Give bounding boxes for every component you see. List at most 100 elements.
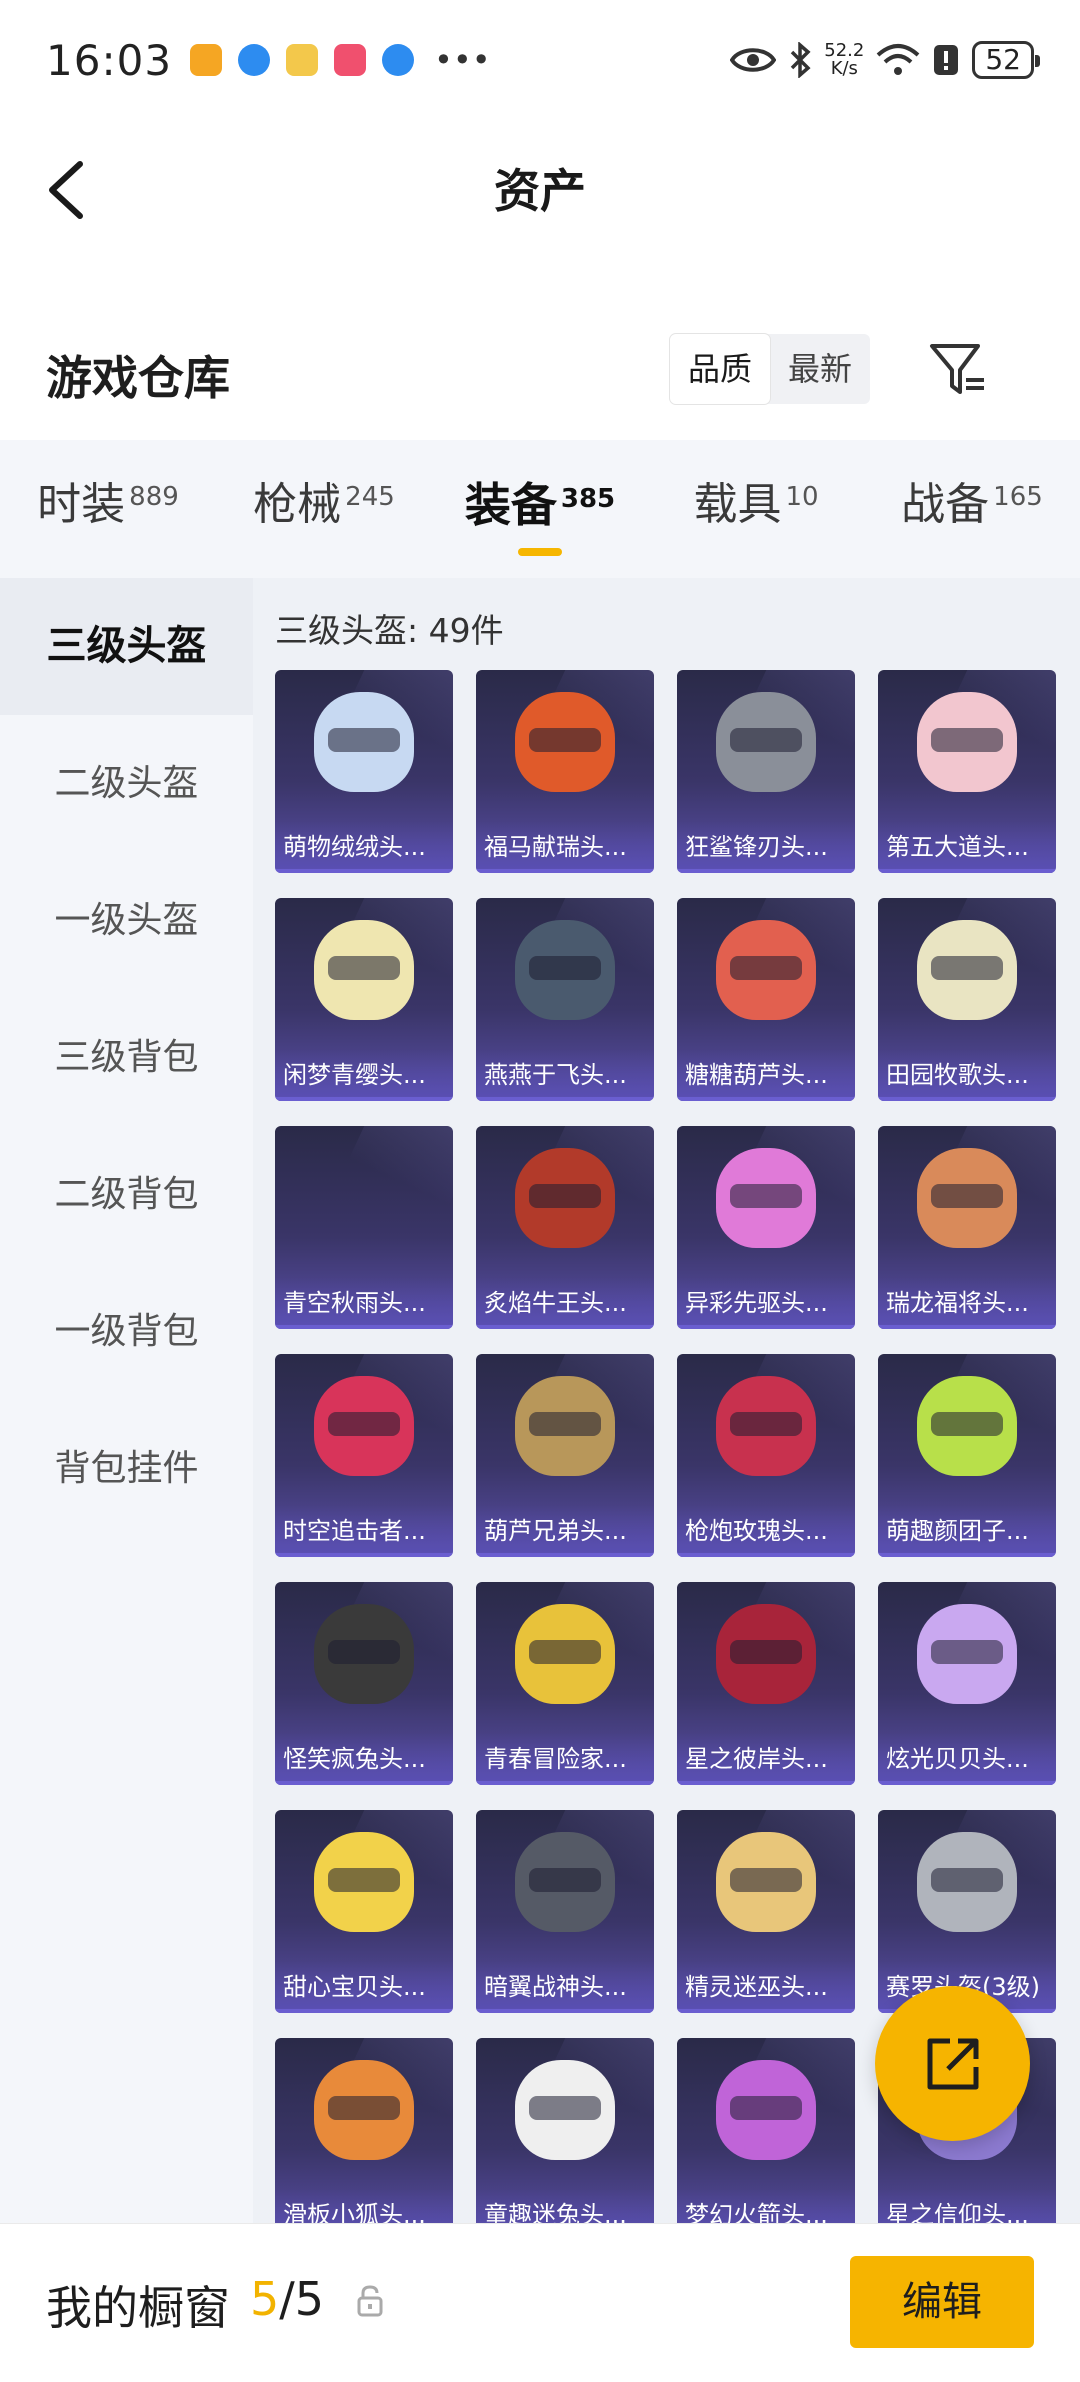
item-name: 炫光贝贝头...: [878, 1733, 1056, 1785]
lock-icon: [357, 2285, 383, 2317]
item-card[interactable]: 童趣迷兔头...: [476, 2038, 654, 2223]
item-card[interactable]: 炫光贝贝头...: [878, 1582, 1056, 1785]
item-card[interactable]: 赛罗头盔(3级): [878, 1810, 1056, 2013]
item-name: 精灵迷巫头...: [677, 1961, 855, 2013]
item-card[interactable]: 时空追击者...: [275, 1354, 453, 1557]
item-card[interactable]: 第五大道头...: [878, 670, 1056, 873]
tab-equipment[interactable]: 装备 385: [432, 440, 648, 578]
helmet-image: [515, 1148, 615, 1248]
item-card[interactable]: 狂鲨锋刃头...: [677, 670, 855, 873]
item-card[interactable]: 甜心宝贝头...: [275, 1810, 453, 2013]
item-list-panel: 三级头盔: 49件 萌物绒绒头... 福马献瑞头... 狂鲨锋刃头... 第五大道头.…: [253, 578, 1080, 2223]
warehouse-title: 游戏仓库: [46, 351, 230, 405]
item-card[interactable]: 梦幻火箭头...: [677, 2038, 855, 2223]
app-notification-icon: [286, 44, 319, 76]
item-card[interactable]: 萌趣颜团子...: [878, 1354, 1056, 1557]
quality-bar: [275, 2009, 453, 2013]
item-name: 燕燕于飞头...: [476, 1049, 654, 1101]
item-card[interactable]: 青空秋雨头...: [275, 1126, 453, 1329]
tab-firearms[interactable]: 枪械 245: [216, 440, 432, 578]
item-name: 滑板小狐头...: [275, 2189, 453, 2223]
subcategory-sidebar: 三级头盔 二级头盔 一级头盔 三级背包 二级背包 一级背包 背包挂件: [0, 578, 253, 2223]
item-name: 甜心宝贝头...: [275, 1961, 453, 2013]
item-card[interactable]: 怪笑疯兔头...: [275, 1582, 453, 1785]
category-tabs: 时装 889 枪械 245 装备 385 载具 10 战备 165: [0, 440, 1080, 578]
item-name: 梦幻火箭头...: [677, 2189, 855, 2223]
status-bar: 16:03 ••• 52.2 K/s 52: [0, 0, 1080, 120]
quality-bar: [878, 1325, 1056, 1329]
helmet-image: [314, 920, 414, 1020]
item-card[interactable]: 萌物绒绒头...: [275, 670, 453, 873]
item-card[interactable]: 燕燕于飞头...: [476, 898, 654, 1101]
helmet-image: [515, 920, 615, 1020]
item-name: 萌趣颜团子...: [878, 1505, 1056, 1557]
helmet-image: [917, 692, 1017, 792]
item-name: 田园牧歌头...: [878, 1049, 1056, 1101]
item-name: 第五大道头...: [878, 821, 1056, 873]
item-name: 青春冒险家...: [476, 1733, 654, 1785]
tab-vehicles[interactable]: 载具 10: [648, 440, 864, 578]
sidebar-item-level1-backpack[interactable]: 一级背包: [0, 1263, 253, 1400]
quality-bar: [677, 2009, 855, 2013]
sidebar-item-level3-backpack[interactable]: 三级背包: [0, 989, 253, 1126]
status-time: 16:03: [46, 35, 173, 85]
tab-supplies[interactable]: 战备 165: [864, 440, 1080, 578]
item-card[interactable]: 瑞龙福将头...: [878, 1126, 1056, 1329]
item-name: 萌物绒绒头...: [275, 821, 453, 873]
item-card[interactable]: 星之彼岸头...: [677, 1582, 855, 1785]
filter-icon[interactable]: [928, 340, 988, 400]
item-card[interactable]: 炙焰牛王头...: [476, 1126, 654, 1329]
item-card[interactable]: 暗翼战神头...: [476, 1810, 654, 2013]
back-arrow-icon[interactable]: [44, 160, 94, 220]
sort-toggle: 品质 最新: [670, 334, 871, 404]
item-card[interactable]: 精灵迷巫头...: [677, 1810, 855, 2013]
showcase-label: 我的橱窗: [46, 2281, 230, 2335]
item-card[interactable]: 福马献瑞头...: [476, 670, 654, 873]
item-name: 瑞龙福将头...: [878, 1277, 1056, 1329]
helmet-image: [716, 692, 816, 792]
alert-icon: [934, 45, 959, 75]
sort-option-quality[interactable]: 品质: [670, 334, 771, 404]
helmet-image: [716, 1832, 816, 1932]
app-notification-icon: [190, 44, 223, 76]
item-card[interactable]: 闲梦青缨头...: [275, 898, 453, 1101]
tab-fashion[interactable]: 时装 889: [0, 440, 216, 578]
helmet-image: [716, 1376, 816, 1476]
item-card[interactable]: 糖糖葫芦头...: [677, 898, 855, 1101]
helmet-image: [515, 1604, 615, 1704]
app-notification-icon: [334, 44, 367, 76]
quality-bar: [275, 1097, 453, 1101]
item-name: 糖糖葫芦头...: [677, 1049, 855, 1101]
helmet-image: [515, 1376, 615, 1476]
quality-bar: [677, 1553, 855, 1557]
item-card[interactable]: 滑板小狐头...: [275, 2038, 453, 2223]
sidebar-item-level3-helmet[interactable]: 三级头盔: [0, 578, 253, 715]
sidebar-item-level2-backpack[interactable]: 二级背包: [0, 1126, 253, 1263]
item-card[interactable]: 葫芦兄弟头...: [476, 1354, 654, 1557]
quality-bar: [476, 1325, 654, 1329]
sidebar-item-level2-helmet[interactable]: 二级头盔: [0, 715, 253, 852]
helmet-image: [314, 1604, 414, 1704]
item-name: 星之彼岸头...: [677, 1733, 855, 1785]
item-name: 福马献瑞头...: [476, 821, 654, 873]
sidebar-item-level1-helmet[interactable]: 一级头盔: [0, 852, 253, 989]
quality-bar: [476, 2009, 654, 2013]
item-card[interactable]: 异彩先驱头...: [677, 1126, 855, 1329]
share-button[interactable]: [875, 1986, 1030, 2141]
quality-bar: [275, 1553, 453, 1557]
helmet-image: [716, 1148, 816, 1248]
item-card[interactable]: 枪炮玫瑰头...: [677, 1354, 855, 1557]
item-name: 异彩先驱头...: [677, 1277, 855, 1329]
quality-bar: [476, 1097, 654, 1101]
eye-icon: [730, 48, 777, 72]
sidebar-item-backpack-pendant[interactable]: 背包挂件: [0, 1400, 253, 1537]
helmet-image: [917, 1148, 1017, 1248]
item-name: 葫芦兄弟头...: [476, 1505, 654, 1557]
item-card[interactable]: 田园牧歌头...: [878, 898, 1056, 1101]
item-card[interactable]: 青春冒险家...: [476, 1582, 654, 1785]
sort-option-newest[interactable]: 最新: [770, 334, 870, 404]
item-name: 狂鲨锋刃头...: [677, 821, 855, 873]
helmet-image: [515, 692, 615, 792]
helmet-image: [917, 1376, 1017, 1476]
edit-button[interactable]: 编辑: [850, 2256, 1034, 2348]
